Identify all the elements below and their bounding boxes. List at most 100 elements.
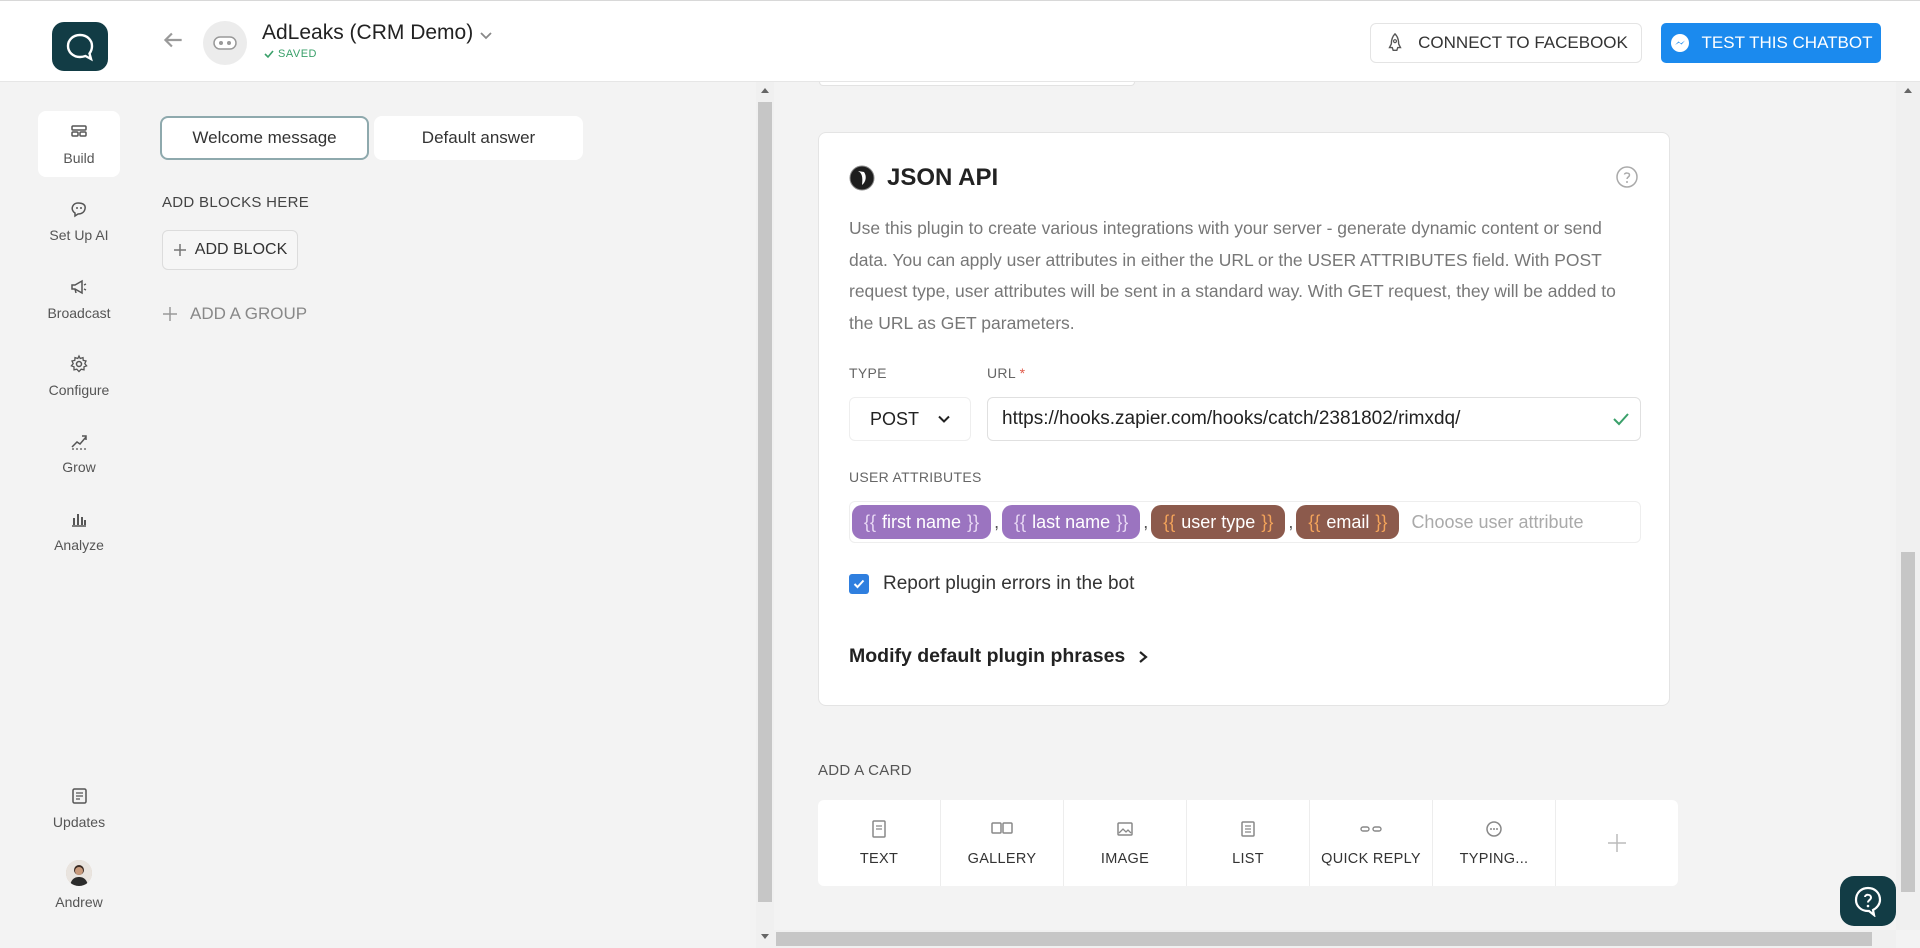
add-card-quick-reply[interactable]: QUICK REPLY — [1310, 800, 1433, 886]
typing-icon — [1486, 821, 1502, 837]
main-scrollbar[interactable] — [1896, 82, 1920, 930]
user-photo-icon — [66, 860, 92, 886]
add-block-button[interactable]: ADD BLOCK — [162, 230, 298, 270]
blocks-scrollbar[interactable] — [756, 82, 774, 948]
nav-item-setup-ai[interactable]: Set Up AI — [38, 188, 120, 254]
plus-icon — [173, 244, 186, 256]
request-type-select[interactable]: POST — [849, 397, 971, 441]
brace-close: }} — [1261, 511, 1274, 532]
card-type-label: LIST — [1232, 851, 1264, 867]
chevron-right-icon — [1139, 650, 1148, 663]
add-card-more[interactable] — [1556, 800, 1678, 886]
scroll-up-arrow[interactable] — [761, 88, 769, 93]
test-chatbot-button[interactable]: TEST THIS CHATBOT — [1661, 23, 1881, 63]
attribute-chip[interactable]: {{ user type }} — [1151, 505, 1286, 539]
report-errors-checkbox[interactable] — [849, 574, 869, 594]
nav-label-user: Andrew — [55, 894, 103, 910]
test-chatbot-label: TEST THIS CHATBOT — [1701, 33, 1873, 52]
user-attributes-label: USER ATTRIBUTES — [849, 469, 982, 485]
brace-close: }} — [967, 511, 980, 532]
nav-item-build[interactable]: Build — [38, 111, 120, 177]
json-api-icon — [849, 165, 875, 191]
attribute-name: first name — [882, 511, 962, 532]
scroll-thumb[interactable] — [776, 932, 1872, 946]
bar-chart-icon — [72, 514, 86, 527]
gear-icon — [70, 354, 88, 373]
card-type-label: TYPING... — [1459, 851, 1529, 867]
add-card-image[interactable]: IMAGE — [1064, 800, 1187, 886]
add-block-label: ADD BLOCK — [194, 241, 288, 258]
nav-label-updates: Updates — [52, 814, 106, 830]
main-editor: JSON API Use this plugin to create vario… — [774, 82, 1896, 930]
nav-item-configure[interactable]: Configure — [38, 343, 120, 409]
rocket-icon — [1388, 32, 1402, 52]
list-icon — [1241, 821, 1255, 837]
chat-bubble-icon — [66, 33, 94, 61]
main-horizontal-scrollbar[interactable] — [774, 930, 1896, 948]
add-card-typing[interactable]: TYPING... — [1433, 800, 1556, 886]
bot-avatar — [203, 21, 247, 65]
back-arrow-icon[interactable] — [160, 27, 186, 53]
app-logo[interactable] — [52, 22, 108, 71]
connect-facebook-label: CONNECT TO FACEBOOK — [1418, 33, 1628, 52]
nav-item-updates[interactable]: Updates — [38, 775, 120, 841]
attribute-chip[interactable]: {{ last name }} — [1002, 505, 1141, 539]
scroll-down-arrow[interactable] — [761, 934, 769, 939]
report-errors-row[interactable]: Report plugin errors in the bot — [849, 573, 1134, 595]
url-input[interactable]: https://hooks.zapier.com/hooks/catch/238… — [987, 397, 1641, 441]
add-card-text[interactable]: TEXT — [818, 800, 941, 886]
add-card-bar: TEXT GALLERY IMAGE LIST QUICK REPLY TYPI… — [818, 800, 1678, 886]
url-label: URL * — [987, 365, 1025, 381]
add-card-gallery[interactable]: GALLERY — [941, 800, 1064, 886]
ai-icon — [71, 202, 86, 218]
attribute-chip[interactable]: {{ email }} — [1296, 505, 1400, 539]
gallery-icon — [991, 822, 1013, 834]
image-icon — [1117, 822, 1133, 836]
plus-icon — [163, 307, 177, 321]
attribute-separator: , — [994, 511, 1000, 532]
add-card-list[interactable]: LIST — [1187, 800, 1310, 886]
nav-item-user[interactable]: Andrew — [38, 852, 120, 918]
scroll-up-arrow[interactable] — [1904, 88, 1912, 93]
add-card-title: ADD A CARD — [818, 762, 912, 779]
chevron-down-icon[interactable] — [478, 27, 494, 43]
user-attributes-field[interactable]: {{ first name }} , {{ last name }} , {{ … — [849, 501, 1641, 543]
add-group-button[interactable]: ADD A GROUP — [162, 304, 307, 324]
attribute-separator: , — [1288, 511, 1294, 532]
card-type-label: GALLERY — [967, 851, 1037, 867]
quick-reply-icon — [1360, 826, 1382, 832]
required-marker: * — [1019, 365, 1026, 381]
help-chat-button[interactable] — [1840, 876, 1896, 926]
modify-phrases-link[interactable]: Modify default plugin phrases — [849, 645, 1149, 668]
nav-item-broadcast[interactable]: Broadcast — [38, 266, 120, 332]
attribute-separator: , — [1143, 511, 1149, 532]
bot-name[interactable]: AdLeaks (CRM Demo) — [262, 21, 473, 45]
user-avatar — [66, 860, 92, 886]
scroll-thumb[interactable] — [758, 102, 772, 902]
attribute-placeholder[interactable]: Choose user attribute — [1411, 512, 1583, 533]
blocks-panel: Welcome message Default answer ADD BLOCK… — [140, 82, 756, 948]
scroll-thumb[interactable] — [1901, 552, 1915, 892]
tab-welcome-message[interactable]: Welcome message — [160, 116, 369, 160]
check-icon — [853, 579, 865, 589]
saved-status: SAVED — [264, 48, 317, 60]
brace-close: }} — [1116, 511, 1129, 532]
brace-close: }} — [1375, 511, 1388, 532]
attribute-chip[interactable]: {{ first name }} — [852, 505, 992, 539]
tab-default-answer[interactable]: Default answer — [374, 116, 583, 160]
left-nav: Build Set Up AI Broadcast Configure Grow — [0, 82, 140, 948]
messenger-icon — [1670, 34, 1689, 52]
plus-icon — [1608, 834, 1626, 852]
nav-item-analyze[interactable]: Analyze — [38, 498, 120, 564]
bot-face-icon — [213, 36, 237, 50]
nav-item-grow[interactable]: Grow — [38, 420, 120, 486]
brace-open: {{ — [864, 511, 877, 532]
saved-label: SAVED — [278, 48, 317, 60]
report-errors-label: Report plugin errors in the bot — [883, 573, 1135, 594]
attribute-name: last name — [1032, 511, 1111, 532]
help-icon[interactable] — [1615, 165, 1639, 189]
add-blocks-title: ADD BLOCKS HERE — [162, 194, 310, 211]
plugin-title-text: JSON API — [887, 164, 999, 191]
connect-facebook-button[interactable]: CONNECT TO FACEBOOK — [1370, 23, 1642, 63]
modify-phrases-label: Modify default plugin phrases — [849, 645, 1126, 667]
